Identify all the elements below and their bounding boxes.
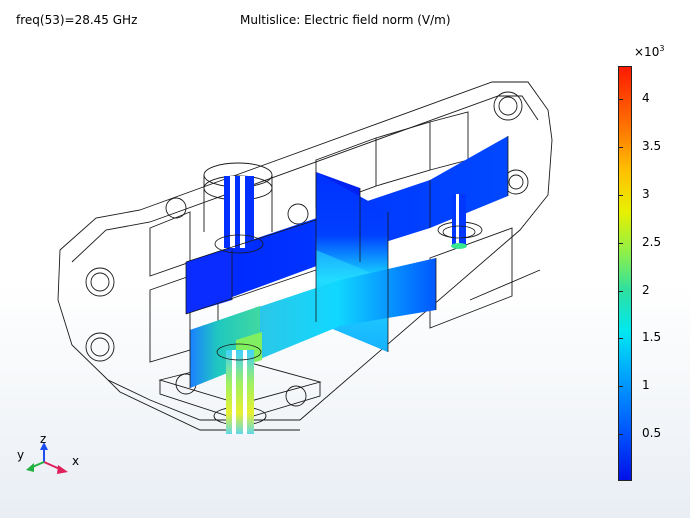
colorbar-tick-mark <box>618 147 623 148</box>
colorbar-tick-label: 2 <box>642 283 650 297</box>
colorbar-exponent: ×103 <box>634 44 665 59</box>
axis-z-label: z <box>40 432 47 446</box>
colorbar-tick-label: 2.5 <box>642 235 662 249</box>
coax-probe-left <box>224 176 254 434</box>
axis-x-label: x <box>72 454 80 468</box>
colorbar-tick-label: 0.5 <box>642 426 662 440</box>
colorbar-tick-label: 4 <box>642 91 650 105</box>
colorbar-tick-mark <box>618 291 623 292</box>
colorbar-tick-label: 3.5 <box>642 139 662 153</box>
axis-y-label: y <box>17 448 25 462</box>
colorbar-tick-mark <box>618 434 623 435</box>
coax-probe-right <box>451 194 467 249</box>
colorbar-tick-mark <box>618 243 623 244</box>
colorbar-tick-label: 1.5 <box>642 330 662 344</box>
colorbar-tick-mark <box>618 338 623 339</box>
colorbar-tick-label: 3 <box>642 187 650 201</box>
colorbar-tick-label: 1 <box>642 378 650 392</box>
colorbar-tick-mark <box>618 195 623 196</box>
colorbar-tick-mark <box>618 386 623 387</box>
colorbar-tick-mark <box>618 99 623 100</box>
colorbar <box>618 66 632 481</box>
axes-triad <box>26 442 68 474</box>
3d-scene-viewport[interactable] <box>0 0 610 518</box>
